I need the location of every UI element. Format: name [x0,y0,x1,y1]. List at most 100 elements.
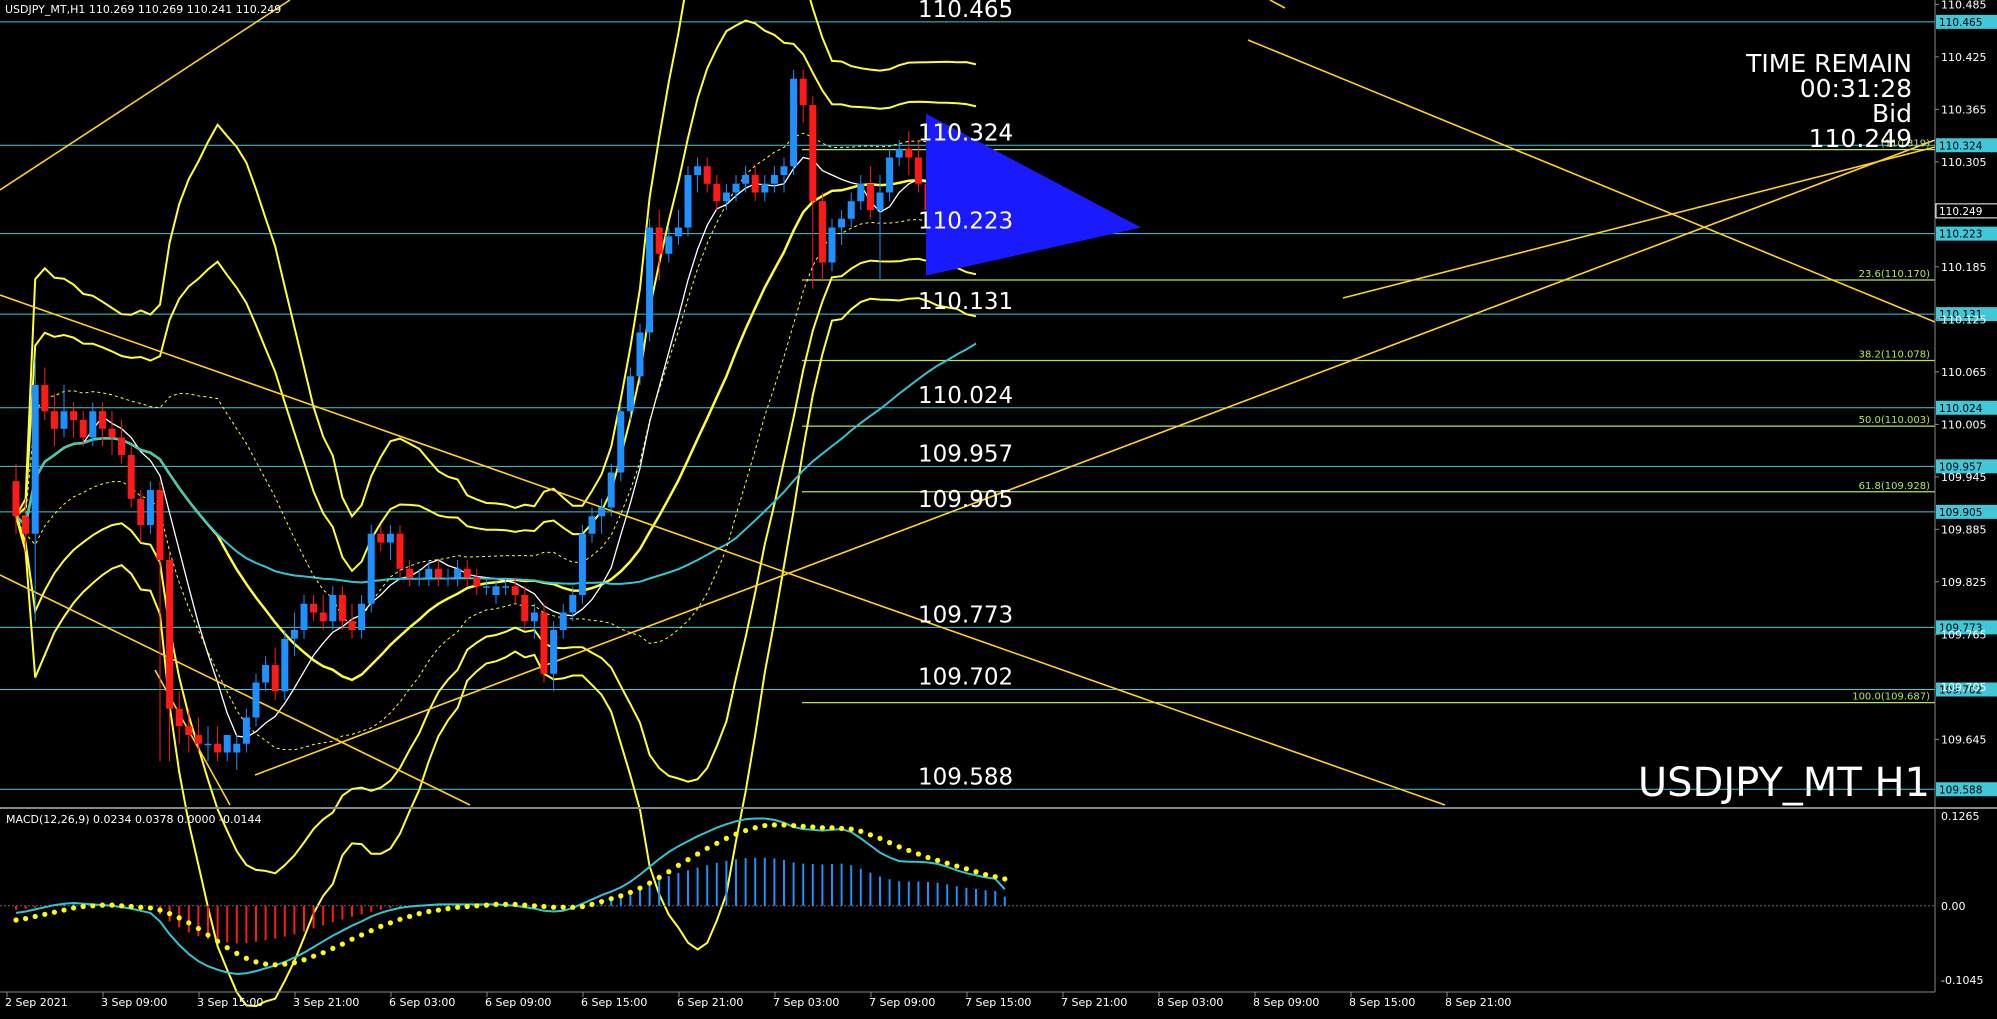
candle-body [386,533,394,543]
candle-body [41,385,49,412]
candle-body [636,332,644,377]
macd-signal-dot [51,909,58,915]
macd-signal-dot [282,961,288,967]
candle-body [60,411,68,429]
macd-signal-dot [637,885,643,891]
candle-body [780,166,788,175]
level-axis-value: 109.588 [1939,784,1982,796]
macd-signal-dot [243,955,249,961]
price-chart-canvas[interactable]: 110.465 110.324 110.223 110.131 110.024 109.9… [0,0,1997,1015]
candle-body [310,603,318,613]
y-tick-label: 109.825 [1941,576,1987,589]
candle-body [617,411,625,473]
y-tick-label: 110.185 [1941,261,1987,274]
macd-signal-dot [99,902,105,908]
macd-signal-dot [915,851,922,857]
candle-body [444,577,452,579]
candle-body [770,175,778,184]
macd-signal-dot [695,851,701,857]
macd-signal-dot [762,822,768,829]
candle-body [242,717,250,744]
macd-signal-dot [426,908,432,915]
candle-body [799,78,807,105]
level-axis-value: 110.465 [1939,17,1982,29]
level-axis-value: 110.223 [1939,229,1982,241]
macd-signal-dot [119,903,125,909]
macd-signal-dot [32,913,38,920]
candle-body [473,577,481,587]
x-tick-label: 8 Sep 09:00 [1253,996,1319,1009]
candle-body [358,603,366,630]
candle-body [233,743,241,753]
candle-body [876,192,884,210]
candle-body [847,201,855,219]
macd-signal-dot [80,903,86,910]
candle-body [367,533,375,604]
macd-signal-dot [416,911,422,917]
candle-body [166,560,174,709]
macd-signal-dot [781,822,787,828]
candle-body [12,481,20,517]
candle-body [751,175,759,193]
chart-window[interactable]: 110.465 110.324 110.223 110.131 110.024 109.9… [0,0,1997,1015]
level-axis-value: 110.324 [1939,140,1983,152]
candle-body [895,148,903,158]
macd-signal-dot [800,823,806,829]
macd-signal-dot [935,857,941,863]
candle-body [674,227,682,237]
x-tick-label: 6 Sep 03:00 [389,996,455,1009]
level-label: 109.702 [918,665,1013,691]
macd-signal-dot [301,957,307,963]
x-tick-label: 7 Sep 21:00 [1061,996,1127,1009]
macd-signal-dot [42,911,48,917]
x-tick-label: 3 Sep 21:00 [293,996,359,1009]
candle-body [146,490,154,525]
candle-body [338,595,346,622]
candle-body [463,568,471,578]
macd-signal-dot [90,903,96,909]
macd-signal-dot [147,905,153,911]
macd-signal-dot [474,903,480,909]
macd-signal-dot [311,953,317,959]
macd-signal-dot [435,907,441,913]
candle-body [559,612,567,630]
macd-signal-dot [551,904,557,910]
level-label: 110.324 [918,120,1013,146]
macd-y-tick-label: -0.1045 [1941,974,1983,987]
candle-body [530,612,538,622]
candle-body [818,201,826,263]
macd-signal-dot [723,835,730,841]
fib-label: 100.0(109.687) [1852,692,1930,703]
x-tick-label: 6 Sep 15:00 [581,996,647,1009]
candle-body [156,490,164,560]
x-tick-label: 8 Sep 15:00 [1349,996,1415,1009]
macd-signal-dot [647,880,653,886]
candle-body [550,630,558,674]
candle-body [118,437,126,455]
x-tick-label: 7 Sep 09:00 [869,996,935,1009]
candle-body [89,411,97,438]
macd-signal-dot [743,827,749,834]
y-tick-label: 110.065 [1941,366,1987,379]
macd-signal-dot [138,904,144,910]
x-tick-label: 8 Sep 03:00 [1157,996,1223,1009]
y-tick-label: 110.305 [1941,156,1987,169]
macd-signal-dot [627,889,634,895]
candle-body [22,516,30,534]
macd-y-tick-label: 0.1265 [1941,810,1980,823]
macd-signal-dot [330,945,336,952]
macd-signal-dot [512,901,518,907]
y-tick-label: 110.125 [1941,313,1987,326]
macd-signal-dot [877,835,883,841]
chart-header: USDJPY_MT,H1 110.269 110.269 110.241 110… [5,3,281,16]
candle-body [703,166,711,184]
macd-signal-dot [666,869,672,875]
candle-body [838,218,846,228]
candle-body [569,595,577,613]
candle-body [646,227,654,333]
macd-signal-dot [867,832,874,838]
level-axis-value: 110.024 [1939,403,1983,415]
macd-signal-dot [522,902,528,908]
y-tick-label: 110.425 [1941,51,1987,64]
candle-body [809,105,817,202]
